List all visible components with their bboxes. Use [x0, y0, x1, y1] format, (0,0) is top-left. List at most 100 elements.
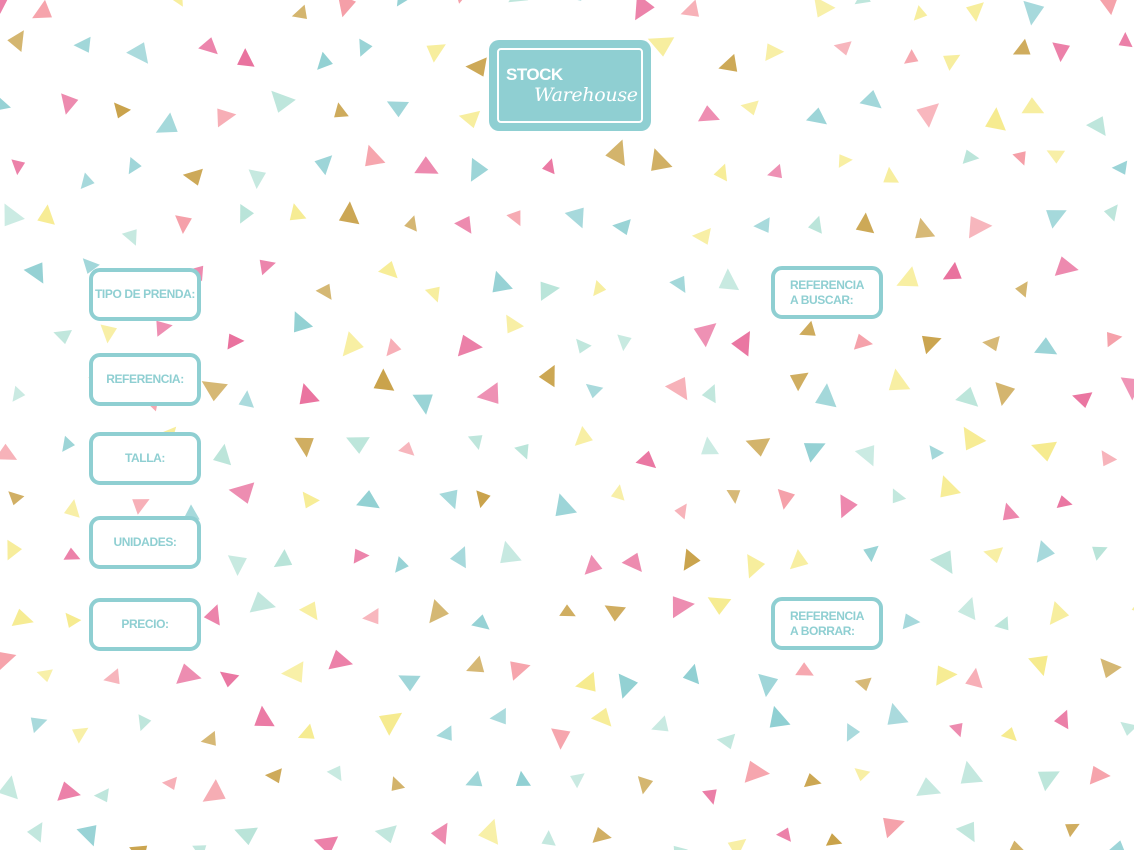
- confetti-triangle: [64, 499, 80, 518]
- confetti-triangle: [271, 90, 296, 113]
- confetti-triangle: [227, 333, 245, 350]
- confetti-triangle: [458, 110, 481, 129]
- confetti-triangle: [740, 100, 759, 116]
- confetti-triangle: [929, 445, 945, 460]
- confetti-triangle: [1065, 823, 1080, 838]
- confetti-triangle: [114, 102, 131, 119]
- confetti-triangle: [776, 827, 791, 842]
- confetti-triangle: [604, 605, 626, 622]
- confetti-triangle: [273, 549, 293, 568]
- confetti-triangle: [203, 604, 220, 626]
- confetti-triangle: [767, 163, 782, 179]
- confetti-triangle: [334, 102, 349, 118]
- confetti-triangle: [896, 266, 919, 287]
- confetti-triangle: [859, 90, 882, 109]
- confetti-triangle: [103, 668, 120, 685]
- confetti-triangle: [362, 608, 379, 625]
- confetti-triangle: [936, 665, 958, 686]
- confetti-triangle: [916, 777, 942, 796]
- confetti-triangle: [465, 770, 483, 787]
- confetti-triangle: [955, 821, 975, 843]
- confetti-triangle: [4, 203, 25, 227]
- confetti-triangle: [691, 228, 711, 245]
- confetti-triangle: [61, 93, 79, 115]
- confetti-triangle: [259, 259, 276, 276]
- confetti-triangle: [302, 491, 320, 509]
- confetti-triangle: [570, 773, 585, 789]
- confetti-triangle: [940, 475, 961, 498]
- confetti-triangle: [838, 154, 853, 168]
- confetti-triangle: [915, 217, 936, 239]
- confetti-triangle: [887, 702, 909, 725]
- confetti-triangle: [682, 663, 700, 685]
- confetti-triangle: [994, 616, 1009, 631]
- confetti-triangle: [701, 436, 719, 455]
- confetti-triangle: [436, 725, 452, 741]
- delete-reference-label: REFERENCIA A BORRAR:: [771, 597, 883, 650]
- confetti-triangle: [913, 5, 928, 21]
- confetti-triangle: [673, 845, 688, 850]
- stock-warehouse-logo: STOCK Warehouse: [489, 40, 651, 131]
- confetti-triangle: [789, 549, 809, 570]
- confetti-triangle: [228, 482, 255, 504]
- confetti-triangle: [1054, 256, 1079, 276]
- confetti-triangle: [72, 727, 89, 744]
- confetti-triangle: [803, 443, 826, 463]
- confetti-triangle: [176, 663, 202, 684]
- confetti-triangle: [593, 280, 607, 297]
- confetti-triangle: [1109, 840, 1125, 850]
- confetti-triangle: [156, 320, 173, 337]
- confetti-triangle: [1052, 42, 1070, 63]
- confetti-triangle: [500, 540, 522, 564]
- confetti-triangle: [983, 547, 1004, 564]
- confetti-triangle: [11, 608, 34, 626]
- confetti-triangle: [470, 157, 489, 182]
- confetti-triangle: [962, 149, 980, 164]
- confetti-triangle: [1046, 210, 1067, 229]
- confetti-triangle: [506, 314, 524, 334]
- units-label: UNIDADES:: [89, 516, 201, 569]
- reference-label: REFERENCIA:: [89, 353, 201, 406]
- confetti-triangle: [575, 671, 596, 692]
- confetti-triangle: [855, 212, 875, 234]
- confetti-triangle: [32, 0, 52, 19]
- confetti-triangle: [506, 210, 521, 227]
- confetti-triangle: [297, 723, 315, 739]
- confetti-triangle: [1028, 655, 1048, 677]
- confetti-triangle: [8, 491, 25, 506]
- confetti-triangle: [957, 597, 976, 621]
- confetti-triangle: [698, 105, 720, 122]
- confetti-triangle: [298, 601, 318, 621]
- confetti-triangle: [328, 649, 353, 670]
- confetti-triangle: [182, 168, 203, 186]
- confetti-triangle: [0, 443, 18, 460]
- confetti-triangle: [198, 37, 218, 55]
- confetti-triangle: [346, 437, 370, 454]
- confetti-triangle: [949, 723, 963, 738]
- confetti-triangle: [249, 591, 276, 613]
- confetti-triangle: [963, 426, 987, 451]
- confetti-triangle: [213, 443, 232, 466]
- confetti-triangle: [718, 53, 738, 72]
- confetti-triangle: [466, 655, 485, 673]
- confetti-triangle: [789, 372, 809, 392]
- confetti-triangle: [1049, 601, 1070, 625]
- confetti-triangle: [227, 555, 247, 576]
- confetti-triangle: [80, 172, 95, 189]
- confetti-triangle: [592, 827, 612, 843]
- confetti-triangle: [713, 163, 727, 182]
- confetti-triangle: [465, 57, 487, 77]
- confetti-triangle: [577, 0, 582, 1]
- confetti-triangle: [664, 377, 688, 401]
- confetti-triangle: [492, 270, 513, 293]
- confetti-triangle: [342, 331, 364, 357]
- confetti-triangle: [1100, 658, 1122, 679]
- confetti-triangle: [294, 311, 314, 333]
- confetti-triangle: [883, 166, 899, 183]
- confetti-triangle: [943, 54, 961, 71]
- confetti-triangle: [707, 597, 732, 615]
- confetti-triangle: [669, 275, 686, 293]
- confetti-triangle: [674, 503, 687, 520]
- confetti-triangle: [863, 545, 879, 563]
- confetti-triangle: [617, 334, 632, 352]
